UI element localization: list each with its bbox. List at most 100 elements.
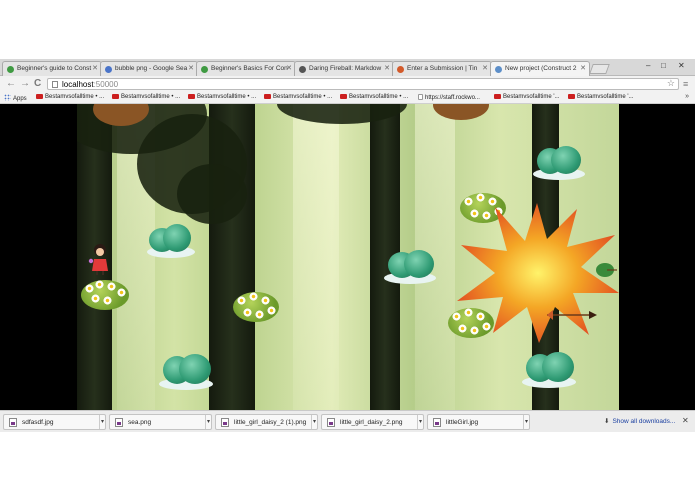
url-text: localhost:50000 bbox=[62, 80, 118, 89]
download-menu-icon[interactable]: ▾ bbox=[417, 415, 423, 429]
download-item[interactable]: sdfasdf.jpg ▾ bbox=[3, 414, 106, 430]
image-file-icon bbox=[327, 418, 335, 427]
download-arrow-icon: ⬇ bbox=[604, 418, 610, 425]
bookmark-item[interactable]: Bestamvsofalltime • ... bbox=[188, 94, 256, 100]
bookmark-label: Bestamvsofalltime • ... bbox=[45, 94, 105, 100]
bush-platform bbox=[380, 248, 440, 286]
youtube-icon bbox=[264, 94, 271, 99]
menu-icon[interactable]: ≡ bbox=[683, 78, 688, 90]
bookmark-label: Bestamvsofalltime '... bbox=[577, 94, 634, 100]
image-file-icon bbox=[9, 418, 17, 427]
download-menu-icon[interactable]: ▾ bbox=[523, 415, 529, 429]
google-icon bbox=[105, 66, 112, 73]
submission-icon bbox=[397, 66, 404, 73]
bookmark-label: Bestamvsofalltime • ... bbox=[273, 94, 333, 100]
bookmark-item[interactable]: Bestamvsofalltime • ... bbox=[340, 94, 408, 100]
star-logo-icon bbox=[299, 66, 306, 73]
construct-icon bbox=[495, 66, 502, 73]
download-item[interactable]: little_girl_daisy_2.png ▾ bbox=[321, 414, 424, 430]
download-filename: sea.png bbox=[128, 419, 152, 426]
download-item[interactable]: littleGirl.jpg ▾ bbox=[427, 414, 530, 430]
archer-enemy-sprite bbox=[596, 263, 617, 277]
game-viewport bbox=[0, 104, 695, 410]
tab-enter-submission[interactable]: Enter a Submission | Tin ✕ bbox=[392, 61, 492, 76]
close-window-icon[interactable]: ✕ bbox=[678, 61, 685, 70]
bookmark-item[interactable]: Bestamvsofalltime • ... bbox=[264, 94, 332, 100]
bookmark-apps[interactable]: Apps bbox=[4, 94, 27, 102]
bush-platform bbox=[155, 352, 217, 392]
bookmark-label: https://staff.rockwo... bbox=[425, 95, 480, 101]
page-icon bbox=[418, 94, 423, 100]
show-all-downloads-link[interactable]: ⬇ Show all downloads... bbox=[604, 417, 675, 425]
minimize-icon[interactable]: – bbox=[646, 61, 650, 70]
tab-title: Beginner's Basics For Con bbox=[211, 65, 288, 72]
close-tab-icon[interactable]: ✕ bbox=[286, 64, 292, 72]
tab-title: Enter a Submission | Tin bbox=[407, 65, 478, 72]
tab-bubble-png[interactable]: bubble png - Google Sea ✕ bbox=[100, 61, 198, 76]
bookmark-item[interactable]: Bestamvsofalltime '... bbox=[494, 94, 560, 100]
download-filename: littleGirl.jpg bbox=[446, 419, 479, 426]
bush-platform bbox=[529, 144, 589, 182]
bookmarks-overflow-icon[interactable]: » bbox=[685, 93, 689, 100]
bookmark-item[interactable]: Bestamvsofalltime '... bbox=[568, 94, 634, 100]
tree-foliage bbox=[177, 164, 247, 224]
bookmark-label: Bestamvsofalltime • ... bbox=[121, 94, 181, 100]
close-tab-icon[interactable]: ✕ bbox=[482, 64, 488, 72]
browser-window: Beginner's guide to Const ✕ bubble png -… bbox=[0, 0, 695, 494]
maximize-icon[interactable]: □ bbox=[661, 61, 666, 70]
bush-platform bbox=[141, 222, 197, 260]
image-file-icon bbox=[433, 418, 441, 427]
youtube-icon bbox=[188, 94, 195, 99]
download-item[interactable]: sea.png ▾ bbox=[109, 414, 212, 430]
apps-icon bbox=[4, 94, 11, 101]
youtube-icon bbox=[112, 94, 119, 99]
bookmark-label: Bestamvsofalltime • ... bbox=[197, 94, 257, 100]
tab-new-project[interactable]: New project (Construct 2 ✕ bbox=[490, 61, 590, 76]
download-filename: little_girl_daisy_2.png bbox=[340, 419, 403, 426]
construct-icon bbox=[201, 66, 208, 73]
download-menu-icon[interactable]: ▾ bbox=[99, 415, 105, 429]
tab-beginners-guide[interactable]: Beginner's guide to Const ✕ bbox=[2, 61, 102, 76]
tab-daring-fireball[interactable]: Daring Fireball: Markdow ✕ bbox=[294, 61, 394, 76]
close-tab-icon[interactable]: ✕ bbox=[384, 64, 390, 72]
tab-title: Beginner's guide to Const bbox=[17, 65, 92, 72]
tab-beginners-basics[interactable]: Beginner's Basics For Con ✕ bbox=[196, 61, 296, 76]
close-shelf-icon[interactable]: ✕ bbox=[682, 416, 689, 425]
close-tab-icon[interactable]: ✕ bbox=[580, 64, 586, 72]
arrow-projectile bbox=[547, 310, 597, 320]
tab-strip: Beginner's guide to Const ✕ bubble png -… bbox=[0, 59, 695, 76]
close-tab-icon[interactable]: ✕ bbox=[188, 64, 194, 72]
new-tab-button[interactable] bbox=[589, 64, 610, 74]
close-tab-icon[interactable]: ✕ bbox=[92, 64, 98, 72]
bookmark-item[interactable]: https://staff.rockwo... bbox=[418, 94, 480, 101]
bookmark-label: Bestamvsofalltime • ... bbox=[349, 94, 409, 100]
download-filename: little_girl_daisy_2 (1).png bbox=[234, 419, 307, 426]
download-filename: sdfasdf.jpg bbox=[22, 419, 54, 426]
youtube-icon bbox=[568, 94, 575, 99]
download-menu-icon[interactable]: ▾ bbox=[205, 415, 211, 429]
url-port: :50000 bbox=[93, 80, 119, 89]
download-menu-icon[interactable]: ▾ bbox=[311, 415, 317, 429]
construct-icon bbox=[7, 66, 14, 73]
forward-icon[interactable]: → bbox=[20, 78, 30, 90]
show-all-label: Show all downloads... bbox=[612, 418, 676, 425]
light-shaft bbox=[293, 104, 339, 410]
bush-platform bbox=[518, 350, 580, 390]
daisy-bush-platform bbox=[81, 276, 129, 310]
reload-icon[interactable]: C bbox=[34, 78, 41, 90]
url-host: localhost bbox=[62, 80, 94, 89]
girl-player-sprite bbox=[88, 244, 108, 275]
download-item[interactable]: little_girl_daisy_2 (1).png ▾ bbox=[215, 414, 318, 430]
bookmark-star-icon[interactable]: ☆ bbox=[667, 78, 675, 89]
bookmark-item[interactable]: Bestamvsofalltime • ... bbox=[112, 94, 180, 100]
tab-title: bubble png - Google Sea bbox=[115, 65, 188, 72]
image-file-icon bbox=[115, 418, 123, 427]
bookmark-item[interactable]: Bestamvsofalltime • ... bbox=[36, 94, 104, 100]
youtube-icon bbox=[36, 94, 43, 99]
address-bar[interactable]: localhost:50000 ☆ bbox=[47, 78, 679, 90]
downloads-shelf: sdfasdf.jpg ▾ sea.png ▾ little_girl_dais… bbox=[0, 410, 695, 432]
bookmark-label: Apps bbox=[13, 96, 27, 102]
back-icon[interactable]: ← bbox=[6, 78, 16, 90]
page-icon bbox=[52, 81, 58, 88]
daisy-bush-platform bbox=[233, 288, 279, 322]
